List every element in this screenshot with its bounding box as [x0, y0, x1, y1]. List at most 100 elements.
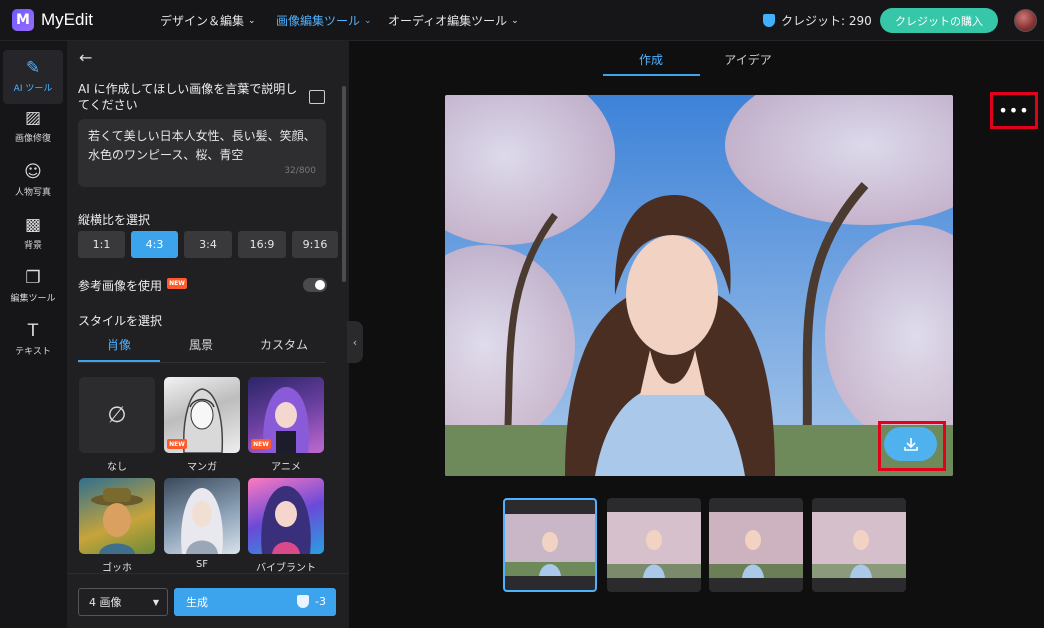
back-arrow-icon[interactable]: ←	[79, 48, 92, 67]
style-label: スタイルを選択	[78, 314, 163, 328]
portrait-icon: ☺	[24, 162, 42, 182]
rail-label: 画像修復	[14, 134, 51, 144]
rail-label: 人物写真	[14, 188, 51, 198]
magic-wand-icon: ✎	[25, 58, 41, 78]
generate-cost: -3	[297, 595, 326, 608]
style-sf-card[interactable]	[164, 478, 240, 554]
background-icon: ▩	[24, 215, 42, 235]
myedit-logo-icon: M	[12, 9, 34, 31]
top-bar: M MyEdit デザイン＆編集 ⌄ 画像編集ツール ⌄ オーディオ編集ツール ⌄ ク…	[0, 0, 1044, 41]
thumbnail-art	[812, 512, 906, 578]
tab-landscape[interactable]: 風景	[160, 336, 242, 353]
style-name: ゴッホ	[102, 563, 132, 574]
prompt-title: AI に作成してほしい画像を言葉で説明してください	[78, 82, 298, 112]
style-gogh-card[interactable]	[79, 478, 155, 554]
new-badge: NEW	[251, 439, 271, 449]
nav-design-edit[interactable]: デザイン＆編集 ⌄	[160, 12, 256, 29]
collapse-panel-button[interactable]: ‹	[347, 321, 363, 363]
none-icon: ∅	[107, 402, 127, 428]
thumbnail-1[interactable]	[503, 498, 597, 592]
image-repair-icon: ▨	[24, 108, 42, 128]
ratio-3-4-button[interactable]: 3:4	[184, 231, 232, 258]
tab-divider	[78, 362, 326, 363]
gogh-thumbnail	[91, 488, 143, 554]
rail-item-image-repair[interactable]: ▨ 画像修復	[3, 100, 63, 154]
thumbnail-art	[709, 512, 803, 578]
prompt-char-count: 32/800	[284, 166, 316, 176]
tab-portrait[interactable]: 肖像	[78, 336, 160, 353]
reference-image-label: 参考画像を使用	[78, 279, 163, 293]
buy-credits-button[interactable]: クレジットの購入	[880, 8, 998, 33]
tab-custom[interactable]: カスタム	[243, 336, 325, 353]
thumbnail-art	[607, 512, 701, 578]
style-name: バイブラント	[256, 563, 316, 574]
avatar[interactable]	[1014, 9, 1037, 32]
nav-audio-edit-tools[interactable]: オーディオ編集ツール ⌄	[388, 12, 519, 29]
sf-thumbnail	[181, 488, 223, 554]
tool-rail: ✎ AI ツール ▨ 画像修復 ☺ 人物写真 ▩ 背景 ❐ 編集ツール T テキ…	[0, 41, 67, 628]
ratio-9-16-button[interactable]: 9:16	[292, 231, 338, 258]
cost-value: -3	[315, 595, 326, 608]
panel-scrollbar[interactable]	[342, 86, 346, 282]
tab-create[interactable]: 作成	[603, 51, 699, 68]
app-name: MyEdit	[41, 10, 93, 29]
generated-image-art	[445, 95, 953, 476]
tab-active-indicator	[78, 360, 160, 362]
image-prompt-icon[interactable]	[309, 90, 325, 104]
new-badge: NEW	[167, 439, 187, 449]
more-options-button[interactable]: •••	[990, 92, 1038, 129]
prompt-input[interactable]: 若くて美しい日本人女性、長い髪、笑顔、水色のワンピース、桜、青空 32/800	[78, 119, 326, 187]
rail-label: AI ツール	[13, 84, 53, 94]
tab-ideas[interactable]: アイデア	[700, 51, 796, 68]
style-anime-card[interactable]: NEW	[248, 377, 324, 453]
nav-label: オーディオ編集ツール	[388, 14, 508, 28]
style-manga-card[interactable]: NEW	[164, 377, 240, 453]
main-tab-indicator	[603, 74, 700, 76]
rail-label: 編集ツール	[10, 294, 56, 304]
rail-item-portrait[interactable]: ☺ 人物写真	[3, 154, 63, 208]
credit-balance: クレジット: 290	[763, 12, 872, 29]
style-vibrant-card[interactable]	[248, 478, 324, 554]
ratio-1-1-button[interactable]: 1:1	[78, 231, 125, 258]
style-name: なし	[107, 462, 127, 473]
ratio-16-9-button[interactable]: 16:9	[238, 231, 286, 258]
generated-image[interactable]	[445, 95, 953, 476]
style-none-card[interactable]: ∅	[79, 377, 155, 453]
logo[interactable]: M MyEdit	[12, 9, 93, 31]
edit-tools-icon: ❐	[25, 268, 41, 288]
ratio-4-3-button[interactable]: 4:3	[131, 231, 178, 258]
thumbnail-2[interactable]	[607, 498, 701, 592]
nav-label: 画像編集ツール	[276, 14, 361, 28]
rail-label: テキスト	[15, 347, 51, 357]
new-badge: NEW	[167, 278, 187, 289]
generate-label: 生成	[186, 596, 208, 609]
reference-image-toggle[interactable]	[303, 278, 327, 292]
nav-label: デザイン＆編集	[160, 14, 245, 28]
chevron-down-icon: ⌄	[364, 15, 372, 26]
chevron-down-icon: ⌄	[511, 15, 519, 26]
ratio-label: 縦横比を選択	[78, 213, 151, 227]
prompt-text: 若くて美しい日本人女性、長い髪、笑顔、水色のワンピース、桜、青空	[88, 129, 316, 162]
ai-tool-panel: ← AI に作成してほしい画像を言葉で説明してください 若くて美しい日本人女性、…	[67, 41, 349, 628]
download-button[interactable]	[884, 427, 937, 461]
caret-down-icon: ▼	[152, 598, 159, 607]
rail-item-ai-tools[interactable]: ✎ AI ツール	[3, 50, 63, 104]
credit-shield-icon	[297, 595, 310, 608]
image-count-select[interactable]: 4 画像 ▼	[78, 588, 168, 616]
vibrant-thumbnail	[261, 486, 311, 554]
style-name: アニメ	[271, 462, 301, 473]
text-icon: T	[27, 321, 39, 341]
rail-item-text[interactable]: T テキスト	[3, 313, 63, 367]
download-icon	[903, 438, 918, 451]
rail-label: 背景	[23, 241, 42, 251]
generate-button[interactable]: 生成 -3	[174, 588, 336, 616]
rail-item-background[interactable]: ▩ 背景	[3, 207, 63, 261]
thumbnail-art	[505, 514, 595, 576]
thumbnail-4[interactable]	[812, 498, 906, 592]
style-name: マンガ	[187, 462, 217, 473]
style-name: SF	[195, 559, 209, 570]
rail-item-edit-tools[interactable]: ❐ 編集ツール	[3, 260, 63, 314]
nav-image-edit-tools[interactable]: 画像編集ツール ⌄	[276, 12, 372, 29]
thumbnail-3[interactable]	[709, 498, 803, 592]
chevron-down-icon: ⌄	[248, 15, 256, 26]
